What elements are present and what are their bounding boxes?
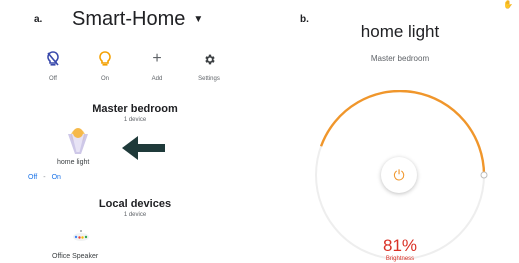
- power-button[interactable]: ⏻: [381, 157, 417, 193]
- home-selector[interactable]: Smart-Home ▼: [72, 8, 203, 31]
- home-name: Smart-Home: [72, 8, 186, 30]
- caret-down-icon: ▼: [193, 14, 204, 25]
- add-label: Add: [151, 76, 163, 82]
- bulb-device-icon: [68, 128, 88, 154]
- brightness-label: Brightness: [385, 256, 415, 262]
- room-device-count: 1 device: [123, 117, 147, 123]
- local-device-count: 1 device: [123, 212, 147, 218]
- settings-button[interactable]: Settings: [183, 48, 235, 82]
- off-button[interactable]: Off: [27, 48, 79, 82]
- on-button[interactable]: On: [79, 48, 131, 82]
- device-title: home light: [360, 22, 440, 41]
- speaker-name: Office Speaker: [52, 253, 99, 260]
- device-off-link[interactable]: Off: [28, 174, 37, 181]
- add-button[interactable]: + Add: [131, 48, 183, 82]
- brightness-value: 81%: [382, 236, 418, 255]
- off-label: Off: [49, 76, 57, 82]
- power-icon: ⏻: [393, 166, 405, 183]
- local-devices-title: Local devices: [98, 198, 172, 210]
- on-label: On: [100, 76, 109, 82]
- bulb-on-icon: [94, 48, 116, 70]
- device-on-link[interactable]: On: [52, 174, 61, 181]
- panel-b-label: b.: [300, 14, 309, 25]
- gesture-hint-icon: ✋: [503, 0, 513, 9]
- speaker-device-icon: [73, 230, 89, 241]
- home-light-tile[interactable]: [62, 126, 94, 158]
- toggle-separator: -: [43, 174, 46, 181]
- settings-label: Settings: [198, 76, 220, 82]
- quick-actions-bar: Off On + Add Settings: [27, 48, 235, 82]
- room-title: Master bedroom: [92, 103, 178, 115]
- plus-icon: +: [152, 50, 162, 67]
- brightness-knob[interactable]: [480, 171, 488, 179]
- bulb-off-icon: [42, 48, 64, 70]
- office-speaker-tile[interactable]: [72, 228, 90, 242]
- panel-a-label: a.: [34, 14, 43, 25]
- gear-icon: [198, 48, 220, 70]
- pointer-arrow-icon: [122, 136, 165, 160]
- device-name: home light: [57, 159, 90, 166]
- device-room: Master bedroom: [370, 54, 430, 63]
- device-toggle: Off - On: [28, 174, 61, 181]
